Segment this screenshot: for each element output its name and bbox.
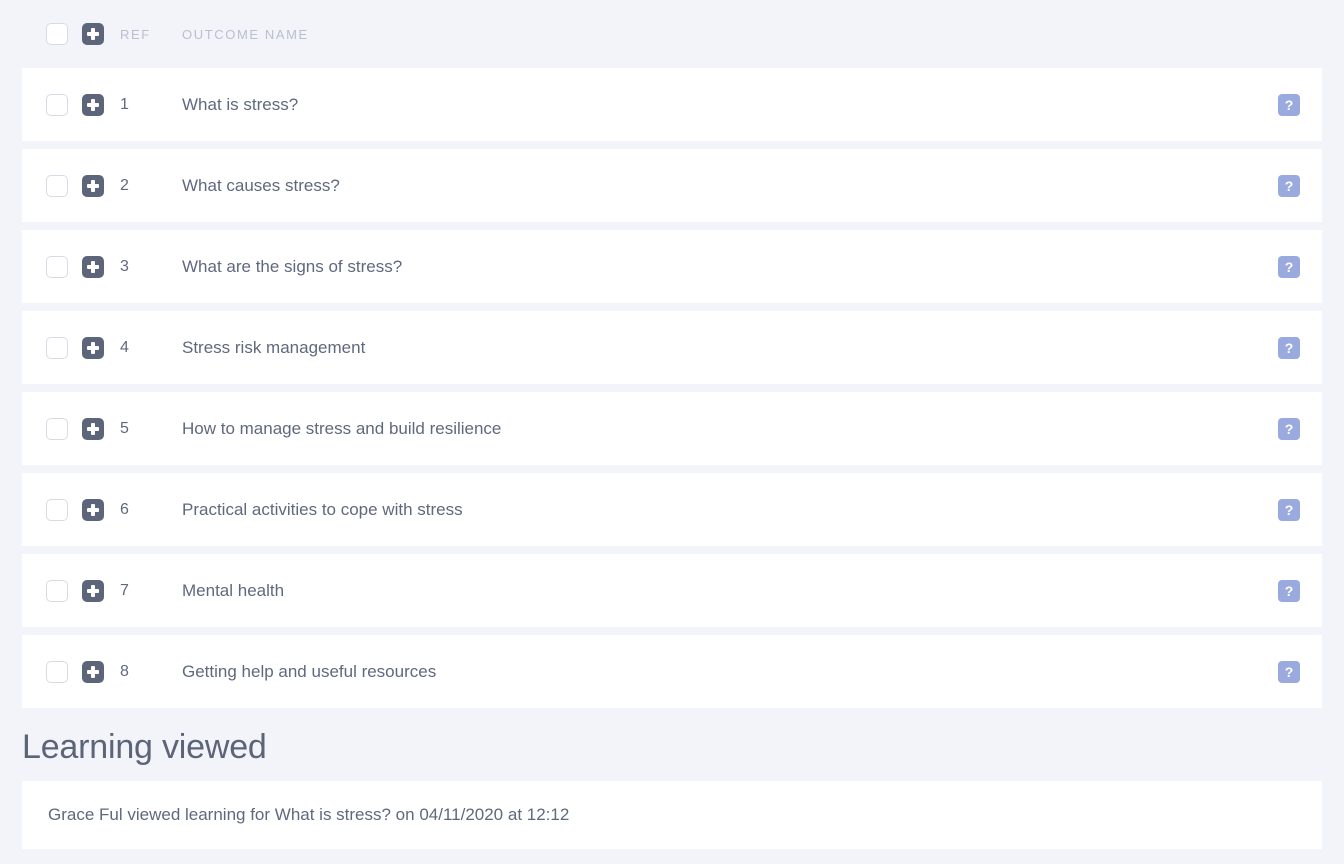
plus-square-icon[interactable] [82,660,104,683]
row-outcome-name: Mental health [182,580,285,600]
page-title-learning-viewed: Learning viewed [22,728,267,766]
expand-all-cell [82,23,120,45]
row-help-cell: ? [1278,174,1300,197]
row-outcome-name: What are the signs of stress? [182,256,403,276]
row-outcome-name: What causes stress? [182,175,340,195]
row-checkbox[interactable] [46,336,68,359]
learning-viewed-list: Grace Ful viewed learning for What is st… [0,781,1344,849]
row-expand-cell [82,255,120,278]
select-all-cell [46,23,82,45]
row-help-cell: ? [1278,93,1300,116]
row-expand-cell [82,498,120,521]
row-outcome-name: How to manage stress and build resilienc… [182,418,502,438]
table-row[interactable]: 6 Practical activities to cope with stres… [22,473,1322,546]
row-ref: 4 [120,338,129,356]
row-checkbox[interactable] [46,93,68,116]
learning-viewed-text: Grace Ful viewed learning for What is st… [48,805,570,824]
row-expand-cell [82,660,120,683]
plus-square-icon[interactable] [82,93,104,116]
row-help-cell: ? [1278,498,1300,521]
plus-square-icon[interactable] [82,255,104,278]
outcomes-list: 1 What is stress?? 2 What causes stress?? 3 W… [0,68,1344,708]
question-mark-icon[interactable]: ? [1278,93,1300,116]
row-expand-cell [82,417,120,440]
row-outcome-name: Stress risk management [182,337,366,357]
table-header: REF OUTCOME NAME [0,0,1344,68]
row-outcome-name: What is stress? [182,94,299,114]
row-checkbox[interactable] [46,660,68,683]
row-help-cell: ? [1278,579,1300,602]
question-mark-icon[interactable]: ? [1278,336,1300,359]
row-help-cell: ? [1278,660,1300,683]
table-row[interactable]: 1 What is stress?? [22,68,1322,141]
row-ref: 2 [120,176,129,194]
row-checkbox-cell [46,336,82,359]
row-ref: 3 [120,257,129,275]
row-help-cell: ? [1278,336,1300,359]
table-row[interactable]: 8 Getting help and useful resources? [22,635,1322,708]
plus-square-icon[interactable] [82,498,104,521]
row-help-cell: ? [1278,255,1300,278]
select-all-checkbox[interactable] [46,23,68,45]
row-checkbox-cell [46,255,82,278]
question-mark-icon[interactable]: ? [1278,255,1300,278]
row-help-cell: ? [1278,417,1300,440]
table-row[interactable]: 5 How to manage stress and build resilien… [22,392,1322,465]
learning-viewed-entry: Grace Ful viewed learning for What is st… [22,781,1322,849]
row-checkbox[interactable] [46,255,68,278]
row-outcome-name: Practical activities to cope with stress [182,499,463,519]
row-ref: 8 [120,662,129,680]
row-expand-cell [82,174,120,197]
plus-square-icon[interactable] [82,417,104,440]
row-checkbox-cell [46,579,82,602]
row-checkbox-cell [46,93,82,116]
question-mark-icon[interactable]: ? [1278,660,1300,683]
row-ref: 1 [120,95,129,113]
row-outcome-name: Getting help and useful resources [182,661,437,681]
outcomes-page: REF OUTCOME NAME 1 What is stress?? 2 What … [0,0,1344,864]
plus-square-icon[interactable] [82,336,104,359]
row-ref: 5 [120,419,129,437]
plus-square-icon[interactable] [82,174,104,197]
row-expand-cell [82,336,120,359]
row-ref: 6 [120,500,129,518]
question-mark-icon[interactable]: ? [1278,417,1300,440]
column-header-outcome-name: OUTCOME NAME [182,26,309,42]
row-expand-cell [82,93,120,116]
table-row[interactable]: 7 Mental health? [22,554,1322,627]
plus-square-icon[interactable] [82,23,104,45]
question-mark-icon[interactable]: ? [1278,579,1300,602]
row-checkbox[interactable] [46,174,68,197]
row-ref: 7 [120,581,129,599]
question-mark-icon[interactable]: ? [1278,498,1300,521]
column-header-ref: REF [120,26,151,42]
row-checkbox[interactable] [46,417,68,440]
row-checkbox-cell [46,417,82,440]
row-checkbox-cell [46,660,82,683]
table-row[interactable]: 2 What causes stress?? [22,149,1322,222]
row-checkbox[interactable] [46,579,68,602]
table-row[interactable]: 4 Stress risk management? [22,311,1322,384]
row-checkbox[interactable] [46,498,68,521]
plus-square-icon[interactable] [82,579,104,602]
question-mark-icon[interactable]: ? [1278,174,1300,197]
table-row[interactable]: 3 What are the signs of stress?? [22,230,1322,303]
row-checkbox-cell [46,498,82,521]
row-checkbox-cell [46,174,82,197]
row-expand-cell [82,579,120,602]
